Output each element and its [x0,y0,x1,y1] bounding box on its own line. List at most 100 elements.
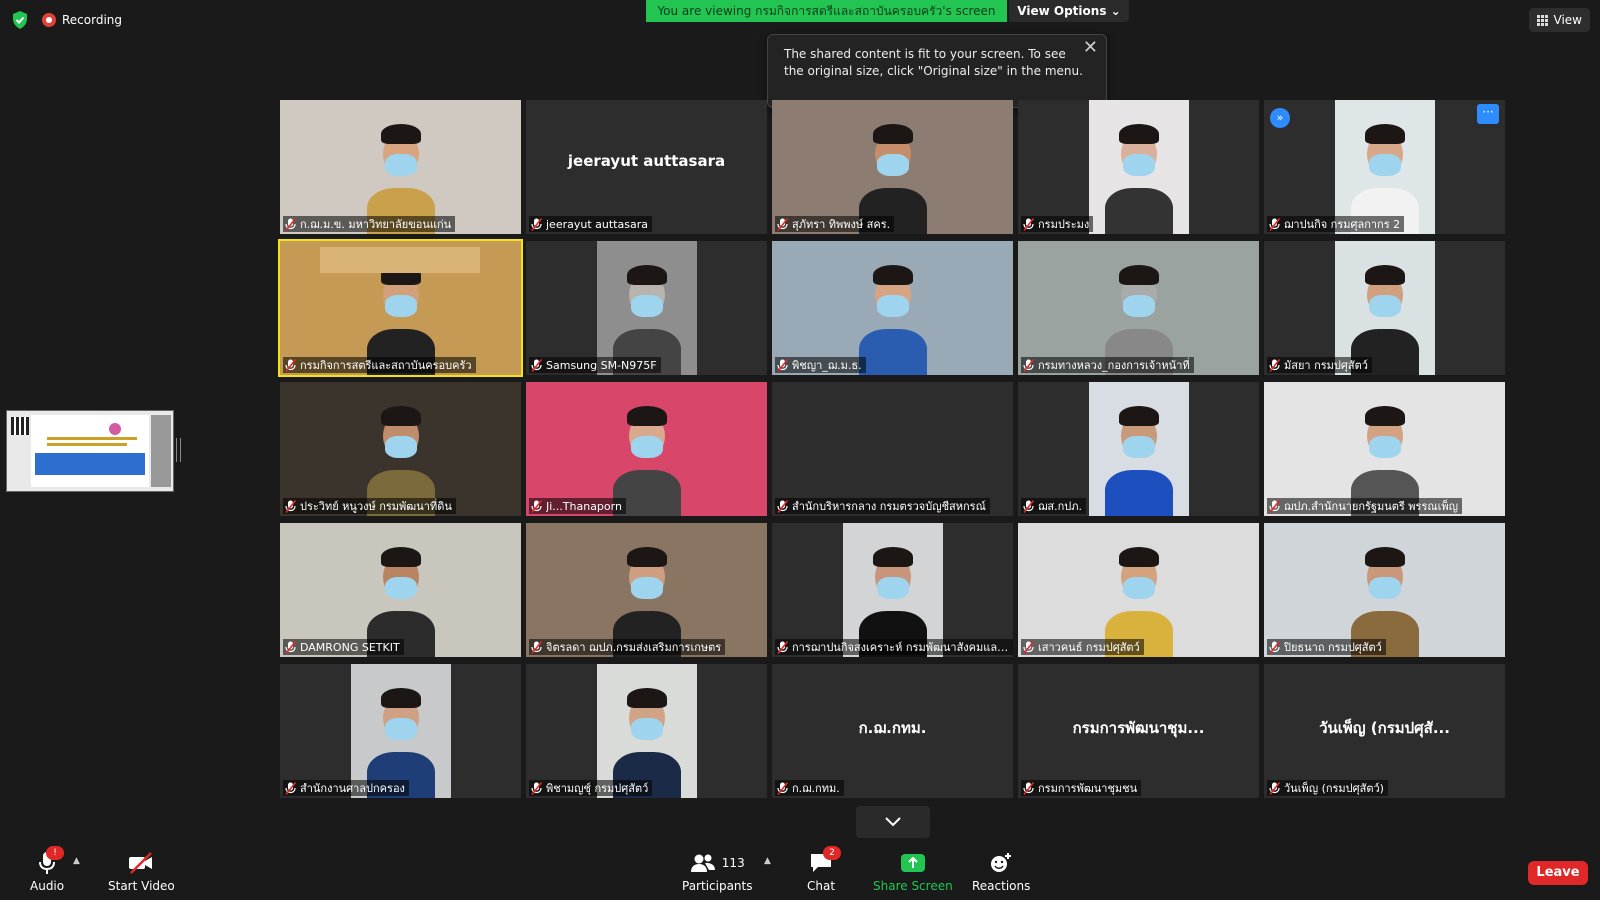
participant-name-bar: กรมทางหลวง_กองการเจ้าหน้าที่ [1021,357,1194,373]
audio-button[interactable]: ! Audio [30,846,64,893]
smiley-plus-icon [991,853,1012,872]
participant-tile[interactable]: ปิยธนาถ กรมปศุสัตว์ [1264,523,1505,657]
participant-video [772,523,1013,657]
scroll-down-button[interactable] [856,806,930,838]
participant-name-bar: ก.ฌ.ม.ข. มหาวิทยาลัยขอนแก่น [283,216,456,232]
more-options-icon[interactable]: ··· [1477,104,1499,124]
participant-video [280,241,521,375]
participant-video [1018,100,1259,234]
participant-tile[interactable]: ฌส.กปภ. [1018,382,1259,516]
view-label: View [1553,13,1582,27]
participant-tile[interactable]: กรมกิจการสตรีและสถาบันครอบครัว [278,239,523,377]
participant-video [280,664,521,798]
start-video-label: Start Video [108,879,175,893]
participant-video [1018,382,1259,516]
fit-to-screen-tooltip: The shared content is fit to your screen… [767,34,1107,108]
leave-button[interactable]: Leave [1528,861,1588,885]
screen-share-banner: You are viewing กรมกิจการสตรีและสถาบันคร… [646,0,1007,22]
muted-microphone-icon [531,358,542,372]
participant-name: วันเพ็ญ (กรมปศุสัตว์) [1284,782,1384,795]
participant-name-bar: วันเพ็ญ (กรมปศุสัตว์) [1267,780,1388,796]
reactions-button[interactable]: Reactions [972,850,1030,893]
participant-display-name: วันเพ็ญ (กรมปศุสั... [1319,719,1450,737]
muted-microphone-icon [1023,499,1034,513]
participant-tile[interactable]: พิชามญชุ์ กรมปศุสัตว์ [526,664,767,798]
start-video-button[interactable]: Start Video [108,850,175,893]
participant-name: การฌาปนกิจสงเคราะห์ กรมพัฒนาสังคมและสวัส… [792,641,1009,654]
participant-name-bar: พิชามญชุ์ กรมปศุสัตว์ [529,780,653,796]
spotlight-icon[interactable]: » [1270,108,1290,128]
participant-tile[interactable]: ก.ฌ.ม.ข. มหาวิทยาลัยขอนแก่น [280,100,521,234]
participant-tile[interactable]: สำนักบริหารกลาง กรมตรวจบัญชีสหกรณ์ [772,382,1013,516]
muted-microphone-icon [777,640,788,654]
muted-microphone-icon [1023,781,1034,795]
participant-video [1264,382,1505,516]
audio-options-caret[interactable]: ▲ [73,856,80,866]
participant-tile[interactable]: Ji...Thanaporn [526,382,767,516]
muted-microphone-icon [1269,217,1280,231]
recording-indicator[interactable]: Recording [42,10,122,30]
participant-name: จิตรลดา ฌปภ.กรมส่งเสริมการเกษตร [546,641,722,654]
muted-microphone-icon [777,781,788,795]
shared-document-preview [31,415,149,487]
participant-tile[interactable]: DAMRONG SETKIT [280,523,521,657]
participant-tile[interactable]: ฌปภ.สำนักนายกรัฐมนตรี พรรณเพ็ญ [1264,382,1505,516]
muted-microphone-icon [531,217,542,231]
participant-tile[interactable]: จิตรลดา ฌปภ.กรมส่งเสริมการเกษตร [526,523,767,657]
participant-name: ฌปภ.สำนักนายกรัฐมนตรี พรรณเพ็ญ [1284,500,1458,513]
participant-video [280,100,521,234]
participant-name: กรมกิจการสตรีและสถาบันครอบครัว [300,359,472,372]
participant-name: jeerayut auttasara [546,217,648,231]
security-shield-icon[interactable] [10,10,30,30]
participant-name: มัสยา กรมปศุสัตว์ [1284,359,1368,372]
participant-tile[interactable]: มัสยา กรมปศุสัตว์ [1264,241,1505,375]
chat-label: Chat [807,879,836,893]
participant-tile[interactable]: jeerayut auttasara jeerayut auttasara [526,100,767,234]
participant-tile[interactable]: เสาวคนธ์ กรมปศุสัตว์ [1018,523,1259,657]
close-icon[interactable]: ✕ [1083,39,1098,57]
video-gallery: ก.ฌ.ม.ข. มหาวิทยาลัยขอนแก่น jeerayut autt… [278,100,1505,798]
panel-resize-handle[interactable] [176,438,181,462]
participant-name-bar: จิตรลดา ฌปภ.กรมส่งเสริมการเกษตร [529,639,726,655]
muted-microphone-icon [1023,640,1034,654]
participant-video [280,523,521,657]
participant-name: พิชญา_ฌ.ม.ธ. [792,359,862,372]
participant-name-bar: การฌาปนกิจสงเคราะห์ กรมพัฒนาสังคมและสวัส… [775,639,1013,655]
muted-microphone-icon [1023,358,1034,372]
muted-microphone-icon [1023,217,1034,231]
participant-name: ก.ฌ.กทม. [792,782,840,795]
reactions-label: Reactions [972,879,1031,893]
participant-tile[interactable]: สำนักงานศาลปกครอง [280,664,521,798]
muted-microphone-icon [285,358,296,372]
participant-tile[interactable]: กรมการพัฒนาชุม... กรมการพัฒนาชุมชน [1018,664,1259,798]
participant-tile[interactable]: Samsung SM-N975F [526,241,767,375]
participants-count: 113 [721,856,745,870]
meeting-toolbar: ! Audio ▲ Start Video 113 Participants ▲ [0,846,1600,900]
participant-tile[interactable]: วันเพ็ญ (กรมปศุสั... วันเพ็ญ (กรมปศุสัตว์… [1264,664,1505,798]
view-options-button[interactable]: View Options ⌄ [1009,0,1129,22]
muted-microphone-icon [531,781,542,795]
chat-button[interactable]: 2 Chat [807,846,842,893]
participant-tile[interactable]: ก.ฌ.กทม. ก.ฌ.กทม. [772,664,1013,798]
participant-tile[interactable]: สุภัทรา ทิพพงษ์ สคร. [772,100,1013,234]
participant-name: สำนักงานศาลปกครอง [300,782,405,795]
participants-label: Participants [682,879,753,893]
participant-tile[interactable]: ประวิทย์ หนูวงษ์ กรมพัฒนาที่ดิน [280,382,521,516]
participants-button[interactable]: 113 Participants [682,850,753,893]
participant-tile[interactable]: ฌาปนกิจ กรมศุลกากร 2 » ··· [1264,100,1505,234]
participant-tile[interactable]: การฌาปนกิจสงเคราะห์ กรมพัฒนาสังคมและสวัส… [772,523,1013,657]
participant-name: กรมการพัฒนาชุมชน [1038,782,1138,795]
recording-label: Recording [62,13,123,27]
recording-icon [42,13,56,27]
participant-tile[interactable]: พิชญา_ฌ.ม.ธ. [772,241,1013,375]
participant-tile[interactable]: กรมทางหลวง_กองการเจ้าหน้าที่ [1018,241,1259,375]
view-button[interactable]: View [1528,8,1590,32]
participant-video [1264,100,1505,234]
participants-options-caret[interactable]: ▲ [764,856,771,866]
participant-name: พิชามญชุ์ กรมปศุสัตว์ [546,782,649,795]
share-screen-button[interactable]: Share Screen [873,850,953,893]
muted-microphone-icon [777,358,788,372]
participant-tile[interactable]: กรมประมง [1018,100,1259,234]
participant-name-bar: พิชญา_ฌ.ม.ธ. [775,357,866,373]
shared-screen-thumbnail[interactable] [6,410,174,492]
